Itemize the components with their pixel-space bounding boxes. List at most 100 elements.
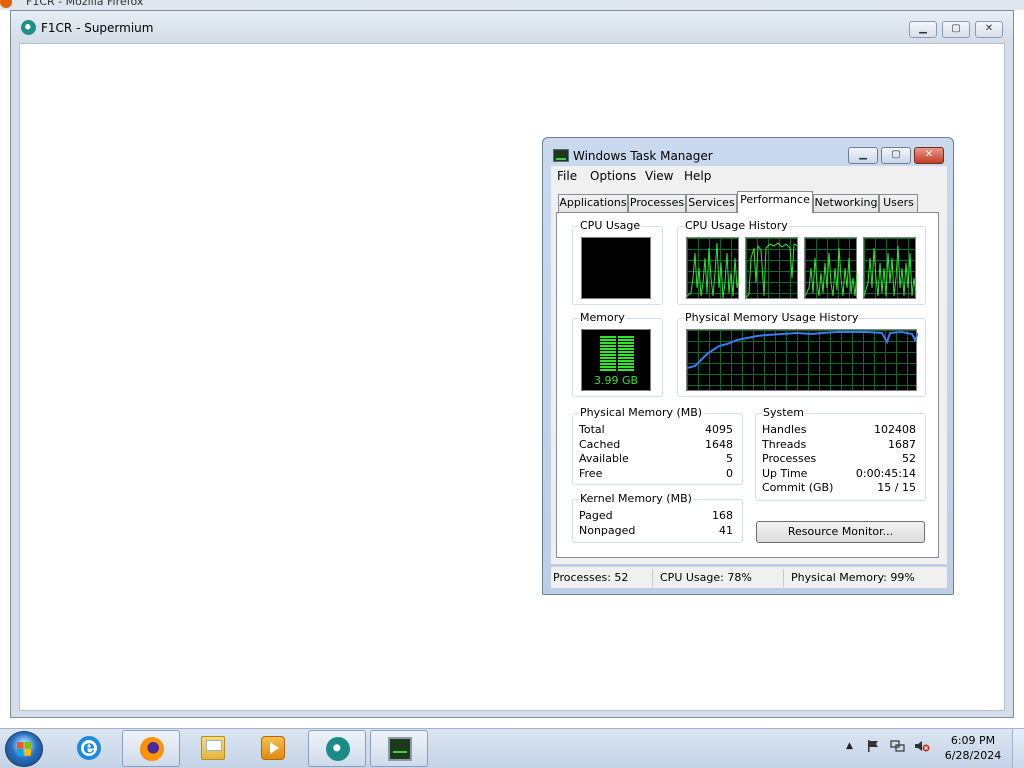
cpu-history-graph bbox=[804, 237, 858, 299]
menu-options[interactable]: Options bbox=[590, 169, 636, 183]
system-uptime-label: Up Time bbox=[762, 467, 808, 480]
taskbar-internet-explorer[interactable] bbox=[60, 730, 118, 767]
system-threads-value: 1687 bbox=[888, 438, 916, 451]
cpu-history-line bbox=[864, 245, 917, 297]
tab-performance[interactable]: Performance bbox=[737, 191, 813, 213]
memory-group: Memory 3.99 GB bbox=[572, 311, 663, 397]
taskbar: ▲ 6:09 PM 6/28/2024 bbox=[0, 728, 1024, 768]
taskbar-media-player[interactable] bbox=[244, 730, 302, 767]
status-physical-memory: Physical Memory: 99% bbox=[791, 571, 915, 584]
system-commit-value: 15 / 15 bbox=[877, 481, 916, 494]
show-hidden-icons-arrow[interactable]: ▲ bbox=[846, 741, 853, 751]
menu-help[interactable]: Help bbox=[684, 169, 711, 183]
tab-applications[interactable]: Applications bbox=[558, 194, 628, 212]
task-manager-statusbar: Processes: 52 CPU Usage: 78% Physical Me… bbox=[551, 566, 947, 588]
task-manager-maximize-button[interactable]: ▢ bbox=[881, 147, 911, 164]
task-manager-title: Windows Task Manager bbox=[573, 149, 713, 163]
supermium-icon bbox=[21, 20, 36, 35]
background-firefox-window[interactable]: F1CR - Mozilla Firefox bbox=[0, 0, 1024, 10]
cpu-history-graph bbox=[745, 237, 799, 299]
memory-history-graph bbox=[686, 329, 918, 391]
system-uptime-value: 0:00:45:14 bbox=[855, 467, 916, 480]
firefox-icon bbox=[0, 0, 12, 8]
tab-services[interactable]: Services bbox=[686, 194, 737, 212]
physical-memory-group: Physical Memory (MB) Total 4095 Cached 1… bbox=[572, 406, 743, 485]
physical-memory-total-label: Total bbox=[579, 423, 605, 436]
physical-memory-available-value: 5 bbox=[726, 452, 733, 465]
cpu-history-group: CPU Usage History bbox=[677, 219, 926, 305]
physical-memory-free-label: Free bbox=[579, 467, 603, 480]
status-separator bbox=[652, 569, 653, 587]
tab-users[interactable]: Users bbox=[879, 194, 918, 212]
tab-networking[interactable]: Networking bbox=[813, 194, 879, 212]
cpu-history-line bbox=[687, 242, 740, 299]
cpu-history-line bbox=[805, 247, 858, 297]
system-threads-label: Threads bbox=[762, 438, 807, 451]
task-manager-icon bbox=[388, 737, 412, 761]
memory-level-bars bbox=[600, 336, 634, 372]
system-handles-value: 102408 bbox=[874, 423, 916, 436]
kernel-memory-paged-value: 168 bbox=[712, 509, 733, 522]
physical-memory-cached-value: 1648 bbox=[705, 438, 733, 451]
cpu-history-line bbox=[746, 242, 799, 299]
cpu-usage-group: CPU Usage bbox=[572, 219, 663, 305]
media-player-icon bbox=[261, 736, 285, 760]
system-commit-label: Commit (GB) bbox=[762, 481, 834, 494]
supermium-close-button[interactable]: ✕ bbox=[975, 21, 1003, 38]
cpu-usage-meter bbox=[581, 237, 651, 299]
status-processes: Processes: 52 bbox=[553, 571, 629, 584]
internet-explorer-icon bbox=[77, 736, 101, 760]
memory-value: 3.99 GB bbox=[593, 374, 639, 387]
physical-memory-available-label: Available bbox=[579, 452, 629, 465]
supermium-titlebar[interactable]: F1CR - Supermium ▁ ▢ ✕ bbox=[11, 11, 1013, 43]
menu-file[interactable]: File bbox=[557, 169, 577, 183]
task-manager-window: Windows Task Manager ▁ ▢ ✕ File Options … bbox=[542, 137, 954, 595]
system-clock[interactable]: 6:09 PM 6/28/2024 bbox=[938, 733, 1008, 763]
taskbar-task-manager[interactable] bbox=[370, 730, 428, 767]
tab-processes[interactable]: Processes bbox=[628, 194, 686, 212]
taskbar-supermium[interactable] bbox=[308, 730, 366, 767]
cpu-history-graph bbox=[863, 237, 917, 299]
task-manager-body: Applications Processes Services Performa… bbox=[551, 186, 947, 564]
volume-muted-icon[interactable] bbox=[914, 739, 930, 756]
memory-meter: 3.99 GB bbox=[581, 329, 651, 391]
system-processes-label: Processes bbox=[762, 452, 817, 465]
cpu-usage-label: CPU Usage bbox=[579, 219, 642, 232]
task-manager-icon bbox=[553, 149, 569, 162]
show-desktop-button[interactable] bbox=[1012, 729, 1024, 768]
action-center-flag-icon[interactable] bbox=[866, 739, 880, 756]
kernel-memory-nonpaged-value: 41 bbox=[719, 524, 733, 537]
task-manager-close-button[interactable]: ✕ bbox=[914, 147, 944, 164]
kernel-memory-label: Kernel Memory (MB) bbox=[579, 492, 693, 505]
resource-monitor-button[interactable]: Resource Monitor... bbox=[756, 521, 925, 543]
physical-memory-free-value: 0 bbox=[726, 467, 733, 480]
memory-history-label: Physical Memory Usage History bbox=[684, 311, 860, 324]
firefox-window-title: F1CR - Mozilla Firefox bbox=[26, 0, 144, 8]
system-processes-value: 52 bbox=[902, 452, 916, 465]
memory-history-group: Physical Memory Usage History bbox=[677, 311, 926, 397]
status-separator bbox=[783, 569, 784, 587]
supermium-maximize-button[interactable]: ▢ bbox=[942, 21, 970, 38]
taskbar-file-explorer[interactable] bbox=[184, 730, 242, 767]
supermium-icon bbox=[326, 737, 350, 761]
clock-date: 6/28/2024 bbox=[944, 749, 1002, 762]
menu-view[interactable]: View bbox=[645, 169, 673, 183]
memory-history-line bbox=[687, 330, 918, 369]
performance-panel: CPU Usage CPU Usage History Memory 3.99 … bbox=[556, 212, 939, 558]
taskbar-firefox[interactable] bbox=[122, 730, 180, 767]
task-manager-minimize-button[interactable]: ▁ bbox=[848, 147, 878, 164]
memory-label: Memory bbox=[579, 311, 626, 324]
status-cpu-usage: CPU Usage: 78% bbox=[660, 571, 752, 584]
cpu-history-graph bbox=[686, 237, 740, 299]
system-group: System Handles 102408 Threads 1687 Proce… bbox=[755, 406, 926, 501]
supermium-minimize-button[interactable]: ▁ bbox=[909, 21, 937, 38]
physical-memory-label: Physical Memory (MB) bbox=[579, 406, 704, 419]
supermium-window-title: F1CR - Supermium bbox=[41, 21, 154, 35]
network-icon[interactable] bbox=[890, 739, 906, 756]
kernel-memory-group: Kernel Memory (MB) Paged 168 Nonpaged 41 bbox=[572, 492, 743, 543]
kernel-memory-nonpaged-label: Nonpaged bbox=[579, 524, 636, 537]
system-handles-label: Handles bbox=[762, 423, 807, 436]
firefox-icon bbox=[140, 737, 164, 761]
start-button[interactable] bbox=[5, 731, 43, 767]
clock-time: 6:09 PM bbox=[950, 734, 996, 747]
